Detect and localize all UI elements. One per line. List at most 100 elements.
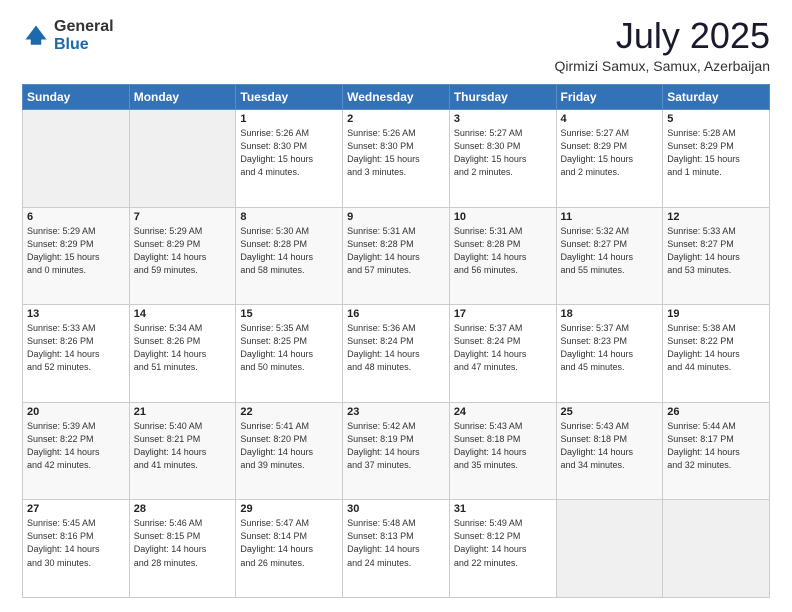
calendar-cell: 24 Sunrise: 5:43 AM Sunset: 8:18 PM Dayli… xyxy=(449,402,556,500)
day-number: 11 xyxy=(561,211,659,223)
calendar-cell: 28 Sunrise: 5:46 AM Sunset: 8:15 PM Dayli… xyxy=(129,500,236,598)
day-number: 20 xyxy=(27,406,125,418)
month-title: July 2025 xyxy=(554,18,770,54)
day-number: 8 xyxy=(240,211,338,223)
calendar-cell: 21Sunrise: 5:40 AM Sunset: 8:21 PM Dayli… xyxy=(129,402,236,500)
day-info: Sunrise: 5:37 AM Sunset: 8:24 PM Dayligh… xyxy=(454,322,552,374)
day-info: Sunrise: 5:27 AM Sunset: 8:30 PM Dayligh… xyxy=(454,127,552,179)
calendar-cell: 19 Sunrise: 5:38 AM Sunset: 8:22 PM Dayli… xyxy=(663,305,770,403)
calendar-header-row: SundayMondayTuesdayWednesdayThursdayFrid… xyxy=(23,85,770,110)
logo-blue-text: Blue xyxy=(54,36,114,54)
day-number: 24 xyxy=(454,406,552,418)
calendar-cell: 8 Sunrise: 5:30 AM Sunset: 8:28 PM Daylig… xyxy=(236,207,343,305)
calendar-cell: 18Sunrise: 5:37 AM Sunset: 8:23 PM Dayli… xyxy=(556,305,663,403)
day-info: Sunrise: 5:37 AM Sunset: 8:23 PM Dayligh… xyxy=(561,322,659,374)
day-info: Sunrise: 5:28 AM Sunset: 8:29 PM Dayligh… xyxy=(667,127,765,179)
calendar-cell: 31Sunrise: 5:49 AM Sunset: 8:12 PM Dayli… xyxy=(449,500,556,598)
day-info: Sunrise: 5:33 AM Sunset: 8:27 PM Dayligh… xyxy=(667,225,765,277)
calendar-cell: 30Sunrise: 5:48 AM Sunset: 8:13 PM Dayli… xyxy=(343,500,450,598)
day-number: 16 xyxy=(347,308,445,320)
day-info: Sunrise: 5:39 AM Sunset: 8:22 PM Dayligh… xyxy=(27,420,125,472)
day-info: Sunrise: 5:26 AM Sunset: 8:30 PM Dayligh… xyxy=(240,127,338,179)
day-info: Sunrise: 5:47 AM Sunset: 8:14 PM Dayligh… xyxy=(240,517,338,569)
calendar-cell xyxy=(23,110,130,208)
day-number: 14 xyxy=(134,308,232,320)
day-number: 6 xyxy=(27,211,125,223)
day-info: Sunrise: 5:36 AM Sunset: 8:24 PM Dayligh… xyxy=(347,322,445,374)
day-number: 5 xyxy=(667,113,765,125)
day-info: Sunrise: 5:38 AM Sunset: 8:22 PM Dayligh… xyxy=(667,322,765,374)
logo-general-text: General xyxy=(54,18,114,36)
calendar-table: SundayMondayTuesdayWednesdayThursdayFrid… xyxy=(22,84,770,598)
day-info: Sunrise: 5:43 AM Sunset: 8:18 PM Dayligh… xyxy=(561,420,659,472)
day-number: 3 xyxy=(454,113,552,125)
calendar-header-saturday: Saturday xyxy=(663,85,770,110)
calendar-week-row: 1 Sunrise: 5:26 AM Sunset: 8:30 PM Daylig… xyxy=(23,110,770,208)
header: General Blue July 2025 Qirmizi Samux, Sa… xyxy=(22,18,770,74)
calendar-cell xyxy=(556,500,663,598)
day-number: 1 xyxy=(240,113,338,125)
logo-icon xyxy=(22,22,50,50)
day-info: Sunrise: 5:30 AM Sunset: 8:28 PM Dayligh… xyxy=(240,225,338,277)
page: General Blue July 2025 Qirmizi Samux, Sa… xyxy=(0,0,792,612)
calendar-week-row: 27 Sunrise: 5:45 AM Sunset: 8:16 PM Dayli… xyxy=(23,500,770,598)
day-info: Sunrise: 5:44 AM Sunset: 8:17 PM Dayligh… xyxy=(667,420,765,472)
calendar-cell: 4 Sunrise: 5:27 AM Sunset: 8:29 PM Daylig… xyxy=(556,110,663,208)
day-number: 4 xyxy=(561,113,659,125)
day-number: 10 xyxy=(454,211,552,223)
calendar-cell: 27 Sunrise: 5:45 AM Sunset: 8:16 PM Dayli… xyxy=(23,500,130,598)
day-info: Sunrise: 5:43 AM Sunset: 8:18 PM Dayligh… xyxy=(454,420,552,472)
day-number: 25 xyxy=(561,406,659,418)
day-number: 26 xyxy=(667,406,765,418)
day-info: Sunrise: 5:29 AM Sunset: 8:29 PM Dayligh… xyxy=(27,225,125,277)
calendar-header-monday: Monday xyxy=(129,85,236,110)
calendar-cell: 5 Sunrise: 5:28 AM Sunset: 8:29 PM Daylig… xyxy=(663,110,770,208)
calendar-cell: 6 Sunrise: 5:29 AM Sunset: 8:29 PM Daylig… xyxy=(23,207,130,305)
day-number: 9 xyxy=(347,211,445,223)
day-info: Sunrise: 5:46 AM Sunset: 8:15 PM Dayligh… xyxy=(134,517,232,569)
calendar-cell: 1 Sunrise: 5:26 AM Sunset: 8:30 PM Daylig… xyxy=(236,110,343,208)
day-number: 2 xyxy=(347,113,445,125)
calendar-cell: 16 Sunrise: 5:36 AM Sunset: 8:24 PM Dayli… xyxy=(343,305,450,403)
day-info: Sunrise: 5:35 AM Sunset: 8:25 PM Dayligh… xyxy=(240,322,338,374)
calendar-cell: 9 Sunrise: 5:31 AM Sunset: 8:28 PM Daylig… xyxy=(343,207,450,305)
day-info: Sunrise: 5:40 AM Sunset: 8:21 PM Dayligh… xyxy=(134,420,232,472)
calendar-cell: 11 Sunrise: 5:32 AM Sunset: 8:27 PM Dayli… xyxy=(556,207,663,305)
calendar-cell: 25 Sunrise: 5:43 AM Sunset: 8:18 PM Dayli… xyxy=(556,402,663,500)
calendar-cell: 14 Sunrise: 5:34 AM Sunset: 8:26 PM Dayli… xyxy=(129,305,236,403)
calendar-cell: 7Sunrise: 5:29 AM Sunset: 8:29 PM Daylig… xyxy=(129,207,236,305)
logo: General Blue xyxy=(22,18,114,53)
calendar-cell: 10 Sunrise: 5:31 AM Sunset: 8:28 PM Dayli… xyxy=(449,207,556,305)
calendar-cell: 17Sunrise: 5:37 AM Sunset: 8:24 PM Dayli… xyxy=(449,305,556,403)
day-info: Sunrise: 5:49 AM Sunset: 8:12 PM Dayligh… xyxy=(454,517,552,569)
calendar-cell: 15Sunrise: 5:35 AM Sunset: 8:25 PM Dayli… xyxy=(236,305,343,403)
day-number: 12 xyxy=(667,211,765,223)
calendar-week-row: 20 Sunrise: 5:39 AM Sunset: 8:22 PM Dayli… xyxy=(23,402,770,500)
day-info: Sunrise: 5:45 AM Sunset: 8:16 PM Dayligh… xyxy=(27,517,125,569)
day-number: 13 xyxy=(27,308,125,320)
day-info: Sunrise: 5:31 AM Sunset: 8:28 PM Dayligh… xyxy=(454,225,552,277)
day-info: Sunrise: 5:27 AM Sunset: 8:29 PM Dayligh… xyxy=(561,127,659,179)
calendar-cell: 22 Sunrise: 5:41 AM Sunset: 8:20 PM Dayli… xyxy=(236,402,343,500)
calendar-cell: 29Sunrise: 5:47 AM Sunset: 8:14 PM Dayli… xyxy=(236,500,343,598)
day-info: Sunrise: 5:34 AM Sunset: 8:26 PM Dayligh… xyxy=(134,322,232,374)
day-info: Sunrise: 5:32 AM Sunset: 8:27 PM Dayligh… xyxy=(561,225,659,277)
calendar-cell: 12 Sunrise: 5:33 AM Sunset: 8:27 PM Dayli… xyxy=(663,207,770,305)
day-number: 23 xyxy=(347,406,445,418)
day-info: Sunrise: 5:29 AM Sunset: 8:29 PM Dayligh… xyxy=(134,225,232,277)
calendar-cell xyxy=(129,110,236,208)
day-number: 30 xyxy=(347,503,445,515)
day-number: 28 xyxy=(134,503,232,515)
calendar-header-sunday: Sunday xyxy=(23,85,130,110)
calendar-week-row: 13Sunrise: 5:33 AM Sunset: 8:26 PM Dayli… xyxy=(23,305,770,403)
calendar-header-thursday: Thursday xyxy=(449,85,556,110)
day-number: 27 xyxy=(27,503,125,515)
day-number: 22 xyxy=(240,406,338,418)
day-info: Sunrise: 5:31 AM Sunset: 8:28 PM Dayligh… xyxy=(347,225,445,277)
calendar-cell: 20 Sunrise: 5:39 AM Sunset: 8:22 PM Dayli… xyxy=(23,402,130,500)
day-number: 19 xyxy=(667,308,765,320)
day-info: Sunrise: 5:42 AM Sunset: 8:19 PM Dayligh… xyxy=(347,420,445,472)
day-info: Sunrise: 5:41 AM Sunset: 8:20 PM Dayligh… xyxy=(240,420,338,472)
calendar-header-tuesday: Tuesday xyxy=(236,85,343,110)
title-block: July 2025 Qirmizi Samux, Samux, Azerbaij… xyxy=(554,18,770,74)
